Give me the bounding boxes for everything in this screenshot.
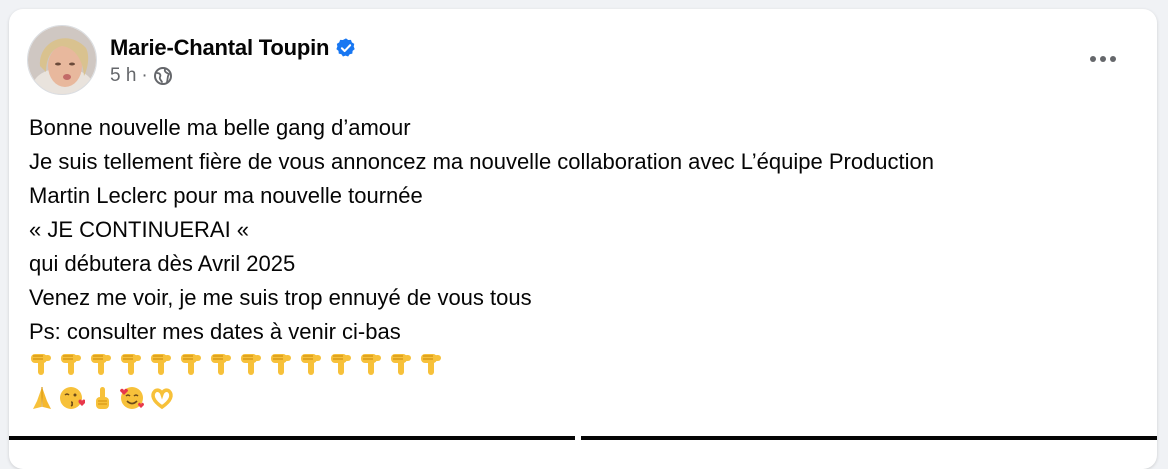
backhand-index-pointing-down-icon	[299, 351, 329, 381]
heart-hands-icon	[149, 385, 179, 415]
backhand-index-pointing-down-icon	[59, 351, 89, 381]
more-options-icon[interactable]	[1083, 49, 1123, 69]
media-preview-right[interactable]	[581, 436, 1157, 440]
post-card: Marie-Chantal Toupin 5 h · Bonne nouvell…	[9, 9, 1157, 469]
avatar[interactable]	[27, 25, 97, 95]
post-line: Bonne nouvelle ma belle gang d’amour	[29, 115, 411, 140]
backhand-index-pointing-down-icon	[359, 351, 389, 381]
author-row: Marie-Chantal Toupin	[110, 33, 357, 63]
backhand-index-pointing-down-icon	[89, 351, 119, 381]
emoji-row-reactions	[29, 383, 1144, 417]
post-line: Je suis tellement fière de vous annoncez…	[29, 149, 935, 174]
verified-badge-icon	[336, 38, 355, 57]
post-line: Martin Leclerc pour ma nouvelle tournée	[29, 183, 423, 208]
backhand-index-pointing-down-icon	[239, 351, 269, 381]
post-time-row: 5 h ·	[110, 65, 357, 87]
backhand-index-pointing-down-icon	[389, 351, 419, 381]
backhand-index-pointing-down-icon	[269, 351, 299, 381]
backhand-index-pointing-down-icon	[179, 351, 209, 381]
post-text: Bonne nouvelle ma belle gang d’amour Je …	[29, 111, 1144, 417]
post-line: qui débutera dès Avril 2025	[29, 251, 296, 276]
backhand-index-pointing-down-icon	[119, 351, 149, 381]
separator-dot: ·	[141, 65, 148, 86]
post-header: Marie-Chantal Toupin 5 h ·	[27, 25, 357, 95]
post-timestamp[interactable]: 5 h	[110, 65, 136, 87]
index-pointing-up-icon	[89, 385, 119, 415]
post-line: Venez me voir, je me suis trop ennuyé de…	[29, 285, 532, 310]
globe-icon[interactable]	[153, 66, 173, 86]
backhand-index-pointing-down-icon	[149, 351, 179, 381]
folded-hands-icon	[29, 385, 59, 415]
backhand-index-pointing-down-icon	[209, 351, 239, 381]
author-name[interactable]: Marie-Chantal Toupin	[110, 35, 329, 61]
backhand-index-pointing-down-icon	[419, 351, 449, 381]
face-blowing-kiss-icon	[59, 385, 89, 415]
post-meta: Marie-Chantal Toupin 5 h ·	[110, 33, 357, 87]
backhand-index-pointing-down-icon	[29, 351, 59, 381]
media-preview-left[interactable]	[9, 436, 575, 440]
smiling-face-with-hearts-icon	[119, 385, 149, 415]
post-line: « JE CONTINUERAI «	[29, 217, 250, 242]
emoji-row-pointing-down	[29, 349, 1144, 383]
post-line: Ps: consulter mes dates à venir ci-bas	[29, 319, 401, 344]
backhand-index-pointing-down-icon	[329, 351, 359, 381]
